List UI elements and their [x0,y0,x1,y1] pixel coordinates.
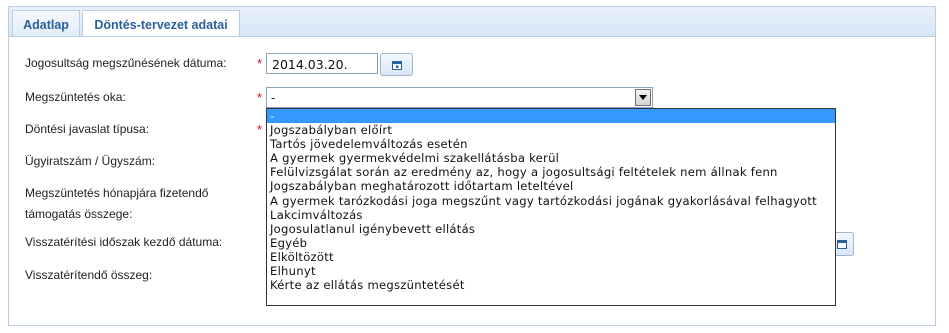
amount-label-line2: támogatás összege: [25,207,133,221]
dropdown-option[interactable]: Jogosulatlanul igénybevett ellátás [267,222,835,236]
dropdown-option[interactable]: Felülvizsgálat során az eredmény az, hog… [267,165,835,179]
required-mark: * [257,122,263,137]
end-date-label: Jogosultság megszűnésének dátuma: [25,56,227,70]
reason-label: Megszüntetés oka: [25,90,126,104]
end-date-input[interactable]: 2014.03.20. [266,53,378,74]
chevron-down-icon[interactable] [635,89,651,106]
dropdown-option[interactable]: Elköltözött [267,250,835,264]
refund-calendar-button[interactable] [836,232,854,256]
refund-amount-label: Visszatérítendő összeg: [25,268,153,282]
dropdown-option[interactable]: Egyéb [267,236,835,250]
reason-select-value: - [271,91,276,105]
dropdown-option[interactable]: Jogszabályban meghatározott időtartam le… [267,179,835,193]
tab-dontes-tervezet[interactable]: Döntés-tervezet adatai [82,10,240,39]
required-mark: * [257,90,263,105]
calendar-button[interactable] [380,53,413,76]
dropdown-option[interactable]: A gyermek gyermekvédelmi szakellátásba k… [267,151,835,165]
calendar-icon [391,60,402,70]
reason-select[interactable]: - [266,87,653,108]
amount-label-line1: Megszüntetés hónapjára fizetendő [25,186,209,200]
tab-adatlap[interactable]: Adatlap [12,10,80,38]
dropdown-option[interactable]: Elhunyt [267,264,835,278]
calendar-icon [837,240,847,249]
proposal-type-label: Döntési javaslat típusa: [25,122,150,136]
dropdown-option[interactable]: A gyermek tarózkodási joga megszűnt vagy… [267,194,835,208]
refund-start-label: Visszatérítési időszak kezdő dátuma: [25,235,223,249]
dropdown-option[interactable]: Tartós jövedelemváltozás esetén [267,137,835,151]
dropdown-option[interactable]: - [267,109,835,124]
dropdown-option[interactable]: Jogszabályban előírt [267,123,835,137]
required-mark: * [257,56,263,71]
file-number-label: Ügyiratszám / Ügyszám: [25,154,156,168]
reason-dropdown-list: - Jogszabályban előírt Tartós jövedelemv… [266,108,836,306]
dropdown-option[interactable]: Kérte az ellátás megszüntetését [267,278,835,292]
tab-bar: Adatlap Döntés-tervezet adatai [8,6,936,39]
dropdown-option[interactable]: Lakcimváltozás [267,208,835,222]
